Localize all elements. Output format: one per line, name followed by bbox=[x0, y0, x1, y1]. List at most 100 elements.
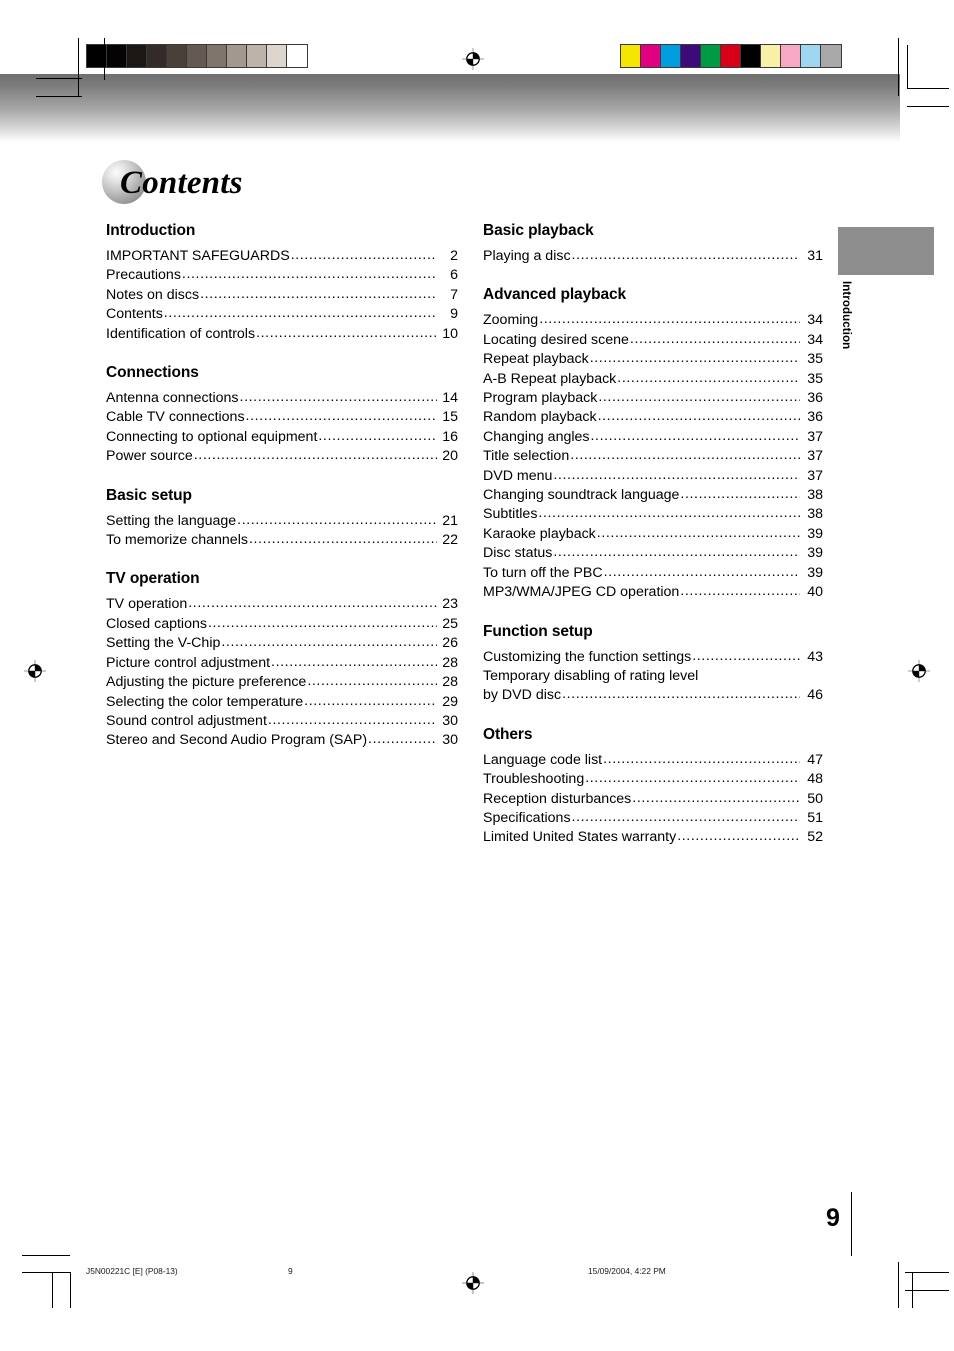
toc-entry-page-number: 47 bbox=[807, 751, 823, 768]
toc-section: Basic setup Setting the language.........… bbox=[106, 487, 458, 551]
toc-entry-label: Adjusting the picture preference bbox=[106, 674, 307, 691]
toc-entry[interactable]: Random playback.........................… bbox=[483, 408, 823, 427]
toc-entry-label: Playing a disc bbox=[483, 248, 571, 264]
toc-entry-leader-dots: ........................................… bbox=[245, 408, 437, 425]
footer-timestamp: 15/09/2004, 4:22 PM bbox=[588, 1266, 666, 1276]
toc-entry[interactable]: Changing soundtrack language............… bbox=[483, 486, 823, 505]
toc-entry[interactable]: IMPORTANT SAFEGUARDS....................… bbox=[106, 247, 458, 266]
toc-entry-leader-dots: ........................................… bbox=[632, 789, 800, 806]
toc-entry[interactable]: Precautions.............................… bbox=[106, 266, 458, 285]
toc-section-heading: Basic setup bbox=[106, 486, 192, 504]
toc-column-right: Basic playback Playing a disc............… bbox=[483, 222, 823, 850]
toc-entry[interactable]: Limited United States warranty..........… bbox=[483, 828, 823, 847]
toc-entry-label: IMPORTANT SAFEGUARDS bbox=[106, 248, 290, 264]
toc-entry-leader-dots: ........................................… bbox=[539, 311, 800, 328]
toc-entry-page-number: 21 bbox=[442, 512, 458, 529]
toc-entry[interactable]: Picture control adjustment..............… bbox=[106, 654, 458, 673]
toc-entry[interactable]: MP3/WMA/JPEG CD operation...............… bbox=[483, 583, 823, 602]
toc-entry[interactable]: Power source............................… bbox=[106, 447, 458, 466]
toc-entry-label: Karaoke playback bbox=[483, 525, 596, 542]
toc-entry[interactable]: Repeat playback.........................… bbox=[483, 350, 823, 369]
toc-entry-label: To turn off the PBC bbox=[483, 564, 603, 581]
toc-entry[interactable]: Selecting the color temperature.........… bbox=[106, 693, 458, 712]
toc-entry-leader-dots: ........................................… bbox=[237, 511, 437, 528]
toc-entry-label: TV operation bbox=[106, 596, 188, 613]
toc-entry-label: Contents bbox=[106, 306, 163, 323]
toc-entry[interactable]: Troubleshooting.........................… bbox=[483, 770, 823, 789]
toc-entry[interactable]: Sound control adjustment................… bbox=[106, 712, 458, 731]
document-page: Contents Introduction IMPORTANT SAFEGUARD… bbox=[0, 0, 954, 1351]
toc-entry[interactable]: Contents................................… bbox=[106, 305, 458, 324]
toc-entry[interactable]: Identification of controls..............… bbox=[106, 325, 458, 344]
toc-entry[interactable]: Notes on discs..........................… bbox=[106, 286, 458, 305]
toc-entry-leader-dots: ........................................… bbox=[677, 828, 800, 845]
toc-entry-label: Temporary disabling of rating level bbox=[483, 667, 699, 684]
toc-entry-page-number: 51 bbox=[807, 809, 823, 826]
toc-entry-label: Locating desired scene bbox=[483, 331, 629, 348]
toc-entry[interactable]: Connecting to optional equipment........… bbox=[106, 428, 458, 447]
toc-entry-page-number: 39 bbox=[807, 525, 823, 542]
toc-entry[interactable]: Karaoke playback........................… bbox=[483, 525, 823, 544]
toc-entry-leader-dots: ........................................… bbox=[562, 686, 800, 703]
toc-entry-label: A-B Repeat playback bbox=[483, 370, 617, 387]
toc-entry-label: Power source bbox=[106, 448, 193, 465]
toc-entry[interactable]: Setting the language....................… bbox=[106, 512, 458, 531]
toc-entry-label: Setting the V-Chip bbox=[106, 635, 221, 652]
toc-entry-leader-dots: ........................................… bbox=[553, 466, 800, 483]
toc-entry[interactable]: Adjusting the picture preference........… bbox=[106, 673, 458, 692]
toc-entry-leader-dots: ........................................… bbox=[290, 247, 437, 263]
toc-entry-page-number: 38 bbox=[807, 487, 823, 504]
toc-entry[interactable]: Closed captions.........................… bbox=[106, 615, 458, 634]
toc-entry[interactable]: Temporary disabling of rating level.....… bbox=[483, 667, 823, 686]
toc-entry-label: Subtitles bbox=[483, 506, 538, 523]
toc-entry-leader-dots: ........................................… bbox=[267, 711, 437, 728]
toc-entry[interactable]: Cable TV connections....................… bbox=[106, 408, 458, 427]
toc-entry-label: DVD menu bbox=[483, 467, 553, 484]
toc-entry[interactable]: Stereo and Second Audio Program (SAP)...… bbox=[106, 731, 458, 750]
toc-entry[interactable]: A-B Repeat playback.....................… bbox=[483, 370, 823, 389]
toc-entry[interactable]: Antenna connections.....................… bbox=[106, 389, 458, 408]
toc-entry[interactable]: Title selection.........................… bbox=[483, 447, 823, 466]
toc-entry-label: Precautions bbox=[106, 267, 181, 284]
toc-entry[interactable]: Disc status.............................… bbox=[483, 544, 823, 563]
toc-entry-page-number: 43 bbox=[807, 648, 823, 665]
toc-entry-label: Disc status bbox=[483, 545, 553, 562]
toc-entry-page-number: 52 bbox=[807, 829, 823, 846]
toc-entry[interactable]: To memorize channels....................… bbox=[106, 531, 458, 550]
toc-entry-label: MP3/WMA/JPEG CD operation bbox=[483, 584, 680, 601]
toc-entry-leader-dots: ........................................… bbox=[692, 647, 800, 664]
toc-entry[interactable]: Changing angles.........................… bbox=[483, 428, 823, 447]
toc-entry[interactable]: Playing a disc..........................… bbox=[483, 247, 823, 266]
toc-entry[interactable]: Specifications..........................… bbox=[483, 809, 823, 828]
toc-entry[interactable]: To turn off the PBC.....................… bbox=[483, 564, 823, 583]
toc-section-heading: TV operation bbox=[106, 570, 200, 588]
toc-entry-page-number: 26 bbox=[442, 635, 458, 652]
toc-entry[interactable]: Zooming.................................… bbox=[483, 311, 823, 330]
toc-entry-leader-dots: ........................................… bbox=[603, 750, 800, 767]
toc-entry-label: Notes on discs bbox=[106, 286, 200, 303]
toc-entry[interactable]: Reception disturbances..................… bbox=[483, 790, 823, 809]
toc-entry[interactable]: by DVD disc.............................… bbox=[483, 686, 823, 705]
toc-entry-leader-dots: ........................................… bbox=[163, 305, 437, 322]
toc-entry-page-number: 46 bbox=[807, 687, 823, 704]
toc-entry[interactable]: Setting the V-Chip......................… bbox=[106, 634, 458, 653]
toc-entry[interactable]: Language code list......................… bbox=[483, 751, 823, 770]
toc-entry-leader-dots: ........................................… bbox=[271, 653, 437, 670]
toc-entry-leader-dots: ........................................… bbox=[368, 731, 437, 748]
toc-entry[interactable]: Customizing the function settings.......… bbox=[483, 648, 823, 667]
toc-entry-leader-dots: ........................................… bbox=[207, 614, 437, 631]
toc-entry-label: Specifications bbox=[483, 809, 571, 826]
toc-entry-label: Picture control adjustment bbox=[106, 654, 271, 671]
toc-entry[interactable]: Program playback........................… bbox=[483, 389, 823, 408]
toc-entry-label: Changing angles bbox=[483, 428, 590, 445]
toc-entry-page-number: 39 bbox=[807, 545, 823, 562]
toc-entry-leader-dots: ........................................… bbox=[680, 583, 800, 600]
toc-entry[interactable]: DVD menu................................… bbox=[483, 467, 823, 486]
toc-entry[interactable]: Subtitles...............................… bbox=[483, 505, 823, 524]
toc-column-left: Introduction IMPORTANT SAFEGUARDS........… bbox=[106, 222, 458, 753]
toc-entry[interactable]: TV operation............................… bbox=[106, 595, 458, 614]
toc-entry[interactable]: Locating desired scene..................… bbox=[483, 331, 823, 350]
toc-section-heading: Connections bbox=[106, 364, 199, 382]
toc-entry-page-number: 40 bbox=[807, 584, 823, 601]
toc-entry-page-number: 34 bbox=[807, 312, 823, 329]
